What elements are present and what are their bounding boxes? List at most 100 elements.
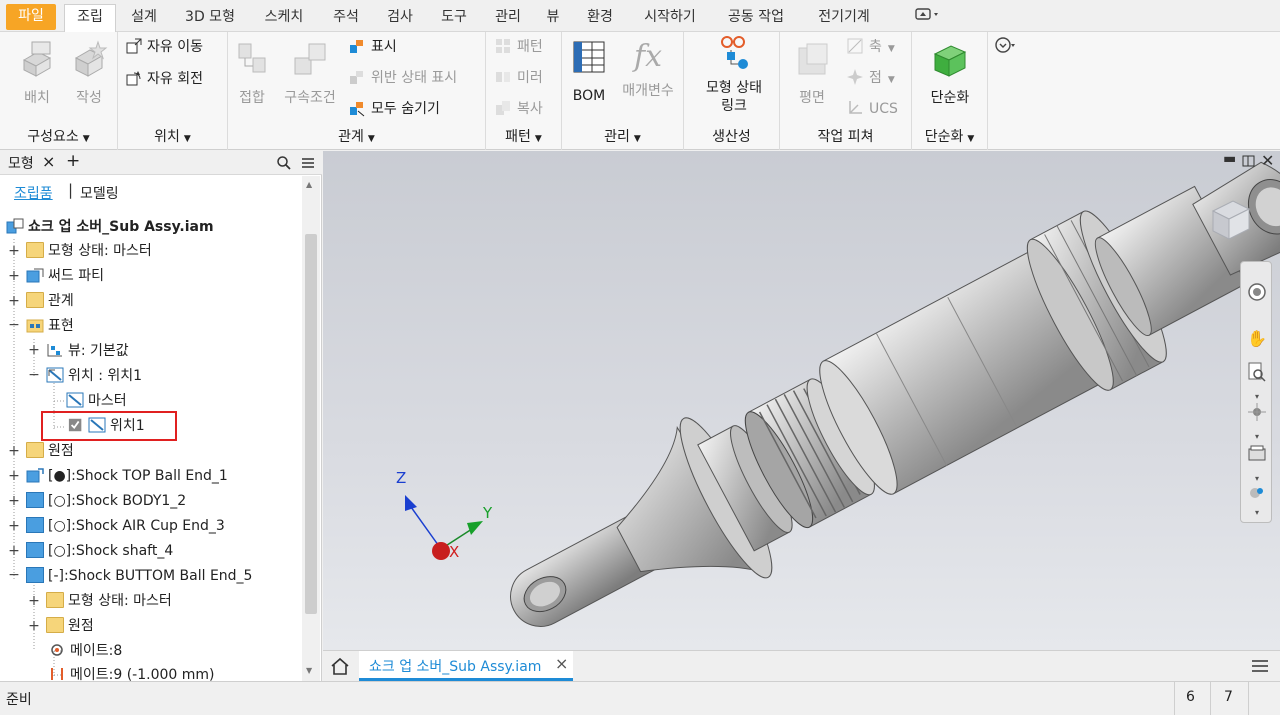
tree-item-part-1[interactable]: [●]:Shock TOP Ball End_1 <box>26 464 228 488</box>
zoom-icon[interactable] <box>1246 362 1268 384</box>
tree-item-model-state[interactable]: 모형 상태: 마스터 <box>26 239 152 263</box>
orbit-icon[interactable] <box>1246 402 1268 424</box>
create-button[interactable]: 작성 <box>66 40 112 107</box>
axis-button[interactable]: 축 ▼ <box>846 36 895 58</box>
tree-item-representations[interactable]: 표현 <box>26 314 74 338</box>
tree-root[interactable]: 쇼크 업 소버_Sub Assy.iam <box>6 215 214 239</box>
tree-item-part-2[interactable]: [○]:Shock BODY1_2 <box>26 489 186 513</box>
tab-annotate[interactable]: 주석 <box>324 5 368 31</box>
expand-icon[interactable]: + <box>28 618 40 634</box>
panel-relationships-title[interactable]: 관계 ▼ <box>228 126 485 150</box>
expand-icon[interactable]: + <box>8 468 20 484</box>
tree-item-part-5-origin[interactable]: 원점 <box>46 614 94 638</box>
viewport-close-icon[interactable]: ✕ <box>1261 151 1274 170</box>
pattern-icon <box>496 39 510 53</box>
tree-item-part-5[interactable]: [-]:Shock BUTTOM Ball End_5 <box>26 564 252 588</box>
ribbon-overflow-button[interactable] <box>994 36 1016 58</box>
panel-component-title[interactable]: 구성요소 ▼ <box>0 126 117 150</box>
viewport-minimize-icon[interactable]: ▬ <box>1223 151 1236 167</box>
tree-item-master[interactable]: 마스터 <box>66 389 127 413</box>
scroll-down-icon[interactable]: ▼ <box>306 666 312 675</box>
hamburger-menu-icon[interactable] <box>300 155 316 171</box>
expand-icon[interactable]: + <box>28 342 40 358</box>
tree-item-mate-8[interactable]: 메이트:8 <box>48 639 122 663</box>
ribbon-display-toggle[interactable] <box>906 5 950 31</box>
positional-rep-icon <box>46 367 64 383</box>
scrollbar-thumb[interactable] <box>305 234 317 614</box>
view-face-icon[interactable] <box>1246 444 1268 466</box>
expand-icon[interactable]: + <box>8 493 20 509</box>
viewcube-icon[interactable] <box>1205 193 1255 243</box>
tab-assemble[interactable]: 조립 <box>64 4 116 32</box>
tree-item-position[interactable]: 위치 : 위치1 <box>46 364 142 388</box>
panel-position-title[interactable]: 위치 ▼ <box>118 126 227 150</box>
mirror-button[interactable]: 미러 <box>494 67 543 89</box>
show-sick-button[interactable]: 위반 상태 표시 <box>348 67 457 89</box>
document-tab[interactable]: 쇼크 업 소버_Sub Assy.iam × <box>359 651 573 681</box>
scroll-up-icon[interactable]: ▲ <box>306 180 312 189</box>
collapse-icon[interactable]: − <box>8 317 20 333</box>
expand-icon[interactable]: + <box>8 543 20 559</box>
tab-environments[interactable]: 환경 <box>578 5 622 31</box>
tree-item-relationships[interactable]: 관계 <box>26 289 74 313</box>
tree-item-third-party[interactable]: 써드 파티 <box>26 264 104 288</box>
simplify-button[interactable]: 단순화 <box>922 40 978 107</box>
tab-tools[interactable]: 도구 <box>432 5 476 31</box>
tab-electromechanical[interactable]: 전기기계 <box>806 5 882 31</box>
tab-collaborate[interactable]: 공동 작업 <box>716 5 796 31</box>
graphics-window[interactable]: Z Y X ▬ ✕ ✋ ▾ ▾ ▾ ▾ <box>323 151 1280 650</box>
ucs-button[interactable]: UCS <box>846 98 898 120</box>
tab-design[interactable]: 설계 <box>122 5 166 31</box>
hamburger-menu-icon[interactable] <box>1251 658 1269 674</box>
tab-view[interactable]: 뷰 <box>538 5 568 31</box>
expand-icon[interactable]: + <box>28 593 40 609</box>
plane-button[interactable]: 평면 <box>788 40 836 107</box>
tree-item-view-default[interactable]: 뷰: 기본값 <box>46 339 129 363</box>
expand-icon[interactable]: + <box>8 243 20 259</box>
tree-item-part-3[interactable]: [○]:Shock AIR Cup End_3 <box>26 514 225 538</box>
home-icon[interactable] <box>329 656 351 676</box>
tab-file[interactable]: 파일 <box>6 4 56 30</box>
browser-scrollbar[interactable]: ▲ ▼ <box>302 176 320 681</box>
document-tab-close-icon[interactable]: × <box>555 654 568 673</box>
collapse-icon[interactable]: − <box>8 567 20 583</box>
folder-icon <box>26 442 44 458</box>
point-button[interactable]: 점 ▼ <box>846 67 895 89</box>
tab-inspect[interactable]: 검사 <box>378 5 422 31</box>
tab-get-started[interactable]: 시작하기 <box>632 5 708 31</box>
pan-hand-icon[interactable]: ✋ <box>1246 328 1268 350</box>
steering-wheel-icon[interactable] <box>1246 282 1268 304</box>
panel-simplification-title[interactable]: 단순화 ▼ <box>912 126 987 150</box>
collapse-icon[interactable]: − <box>28 367 40 383</box>
expand-icon[interactable]: + <box>8 293 20 309</box>
copy-button[interactable]: 복사 <box>494 98 543 120</box>
tree-item-position1-active[interactable]: 위치1 <box>68 414 145 438</box>
tree-item-part-4[interactable]: [○]:Shock shaft_4 <box>26 539 173 563</box>
parameters-button[interactable]: fx 매개변수 <box>614 38 682 100</box>
chevron-down-icon[interactable]: ▾ <box>1246 502 1268 524</box>
expand-icon[interactable]: + <box>8 268 20 284</box>
constrain-button[interactable]: 구속조건 <box>278 40 342 107</box>
free-rotate-label: 자유 회전 <box>147 71 203 87</box>
bom-icon <box>573 41 605 73</box>
tree-item-part-5-model-state[interactable]: 모형 상태: 마스터 <box>46 589 172 613</box>
joint-button[interactable]: 접합 <box>232 40 272 107</box>
panel-manage-title[interactable]: 관리 ▼ <box>562 126 683 150</box>
expand-icon[interactable]: + <box>8 443 20 459</box>
panel-pattern-title[interactable]: 패턴 ▼ <box>486 126 561 150</box>
show-button[interactable]: 표시 <box>348 36 397 58</box>
tab-manage[interactable]: 관리 <box>486 5 530 31</box>
place-button[interactable]: 배치 <box>14 40 60 107</box>
expand-icon[interactable]: + <box>8 518 20 534</box>
checkbox-checked-icon[interactable] <box>68 417 84 433</box>
pattern-button[interactable]: 패턴 <box>494 36 543 58</box>
free-rotate-button[interactable]: 자유 회전 <box>124 68 203 90</box>
free-move-button[interactable]: 자유 이동 <box>124 36 203 58</box>
tree-item-origin[interactable]: 원점 <box>26 439 74 463</box>
hide-all-button[interactable]: 모두 숨기기 <box>348 98 440 120</box>
tab-3d-model[interactable]: 3D 모형 <box>176 5 244 31</box>
bom-button[interactable]: BOM <box>566 38 612 105</box>
model-state-link-button[interactable]: 모형 상태 링크 <box>694 34 774 115</box>
tab-sketch[interactable]: 스케치 <box>254 5 314 31</box>
viewport-restore-icon[interactable] <box>1242 155 1255 167</box>
